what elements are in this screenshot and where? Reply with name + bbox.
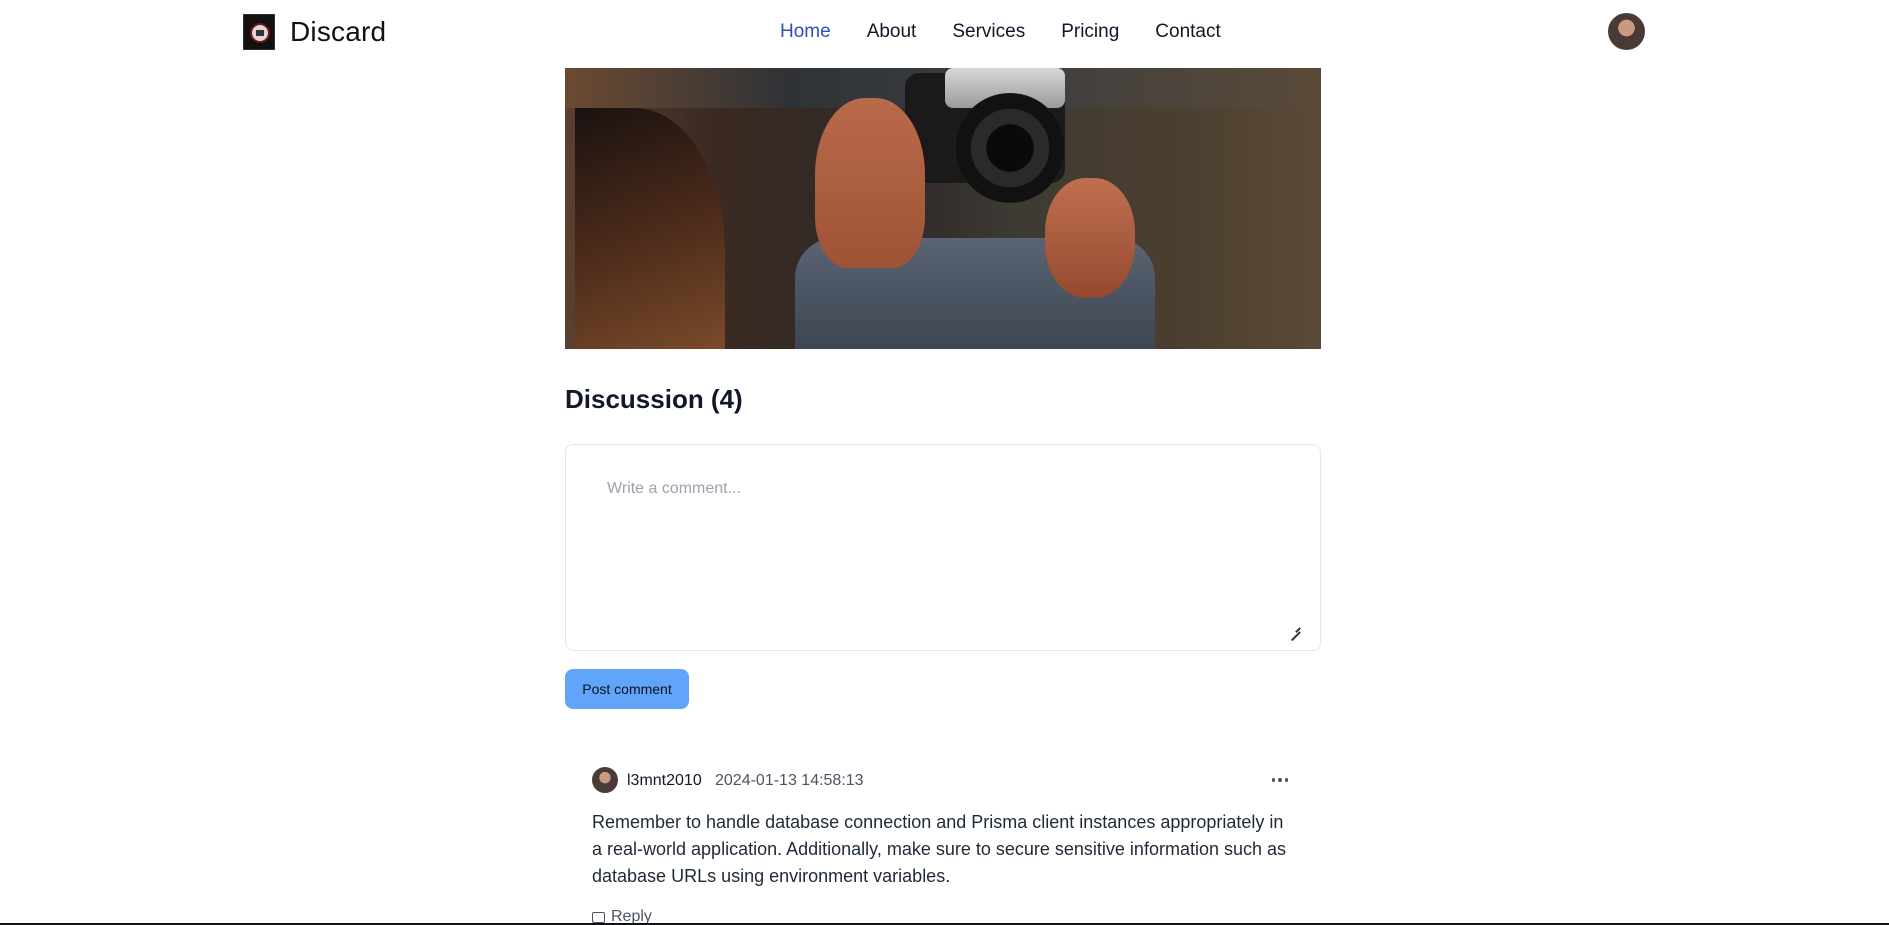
resize-grip-icon[interactable] xyxy=(1290,622,1300,632)
post-comment-button[interactable]: Post comment xyxy=(565,669,689,709)
logo-icon[interactable] xyxy=(243,14,275,50)
hero-image xyxy=(565,68,1321,349)
main-nav: Home About Services Pricing Contact xyxy=(780,21,1257,43)
reply-icon xyxy=(592,911,605,923)
comment-username[interactable]: l3mnt2010 xyxy=(627,772,702,790)
more-options-icon[interactable] xyxy=(1263,766,1297,794)
user-avatar[interactable] xyxy=(1608,13,1645,50)
comment-date: 2024-01-13 14:58:13 xyxy=(715,772,864,789)
site-header: Discard Home About Services Pricing Cont… xyxy=(0,0,1889,68)
nav-pricing[interactable]: Pricing xyxy=(1061,21,1119,43)
nav-about[interactable]: About xyxy=(867,21,917,43)
brand-name[interactable]: Discard xyxy=(290,16,386,48)
comment-input[interactable] xyxy=(567,446,1319,649)
nav-contact[interactable]: Contact xyxy=(1155,21,1220,43)
comment-box xyxy=(565,444,1321,651)
nav-home[interactable]: Home xyxy=(780,21,831,43)
comment-avatar[interactable] xyxy=(592,767,618,793)
discussion-title: Discussion (4) xyxy=(565,384,743,414)
comment-body: Remember to handle database connection a… xyxy=(592,812,1287,886)
nav-services[interactable]: Services xyxy=(952,21,1025,43)
